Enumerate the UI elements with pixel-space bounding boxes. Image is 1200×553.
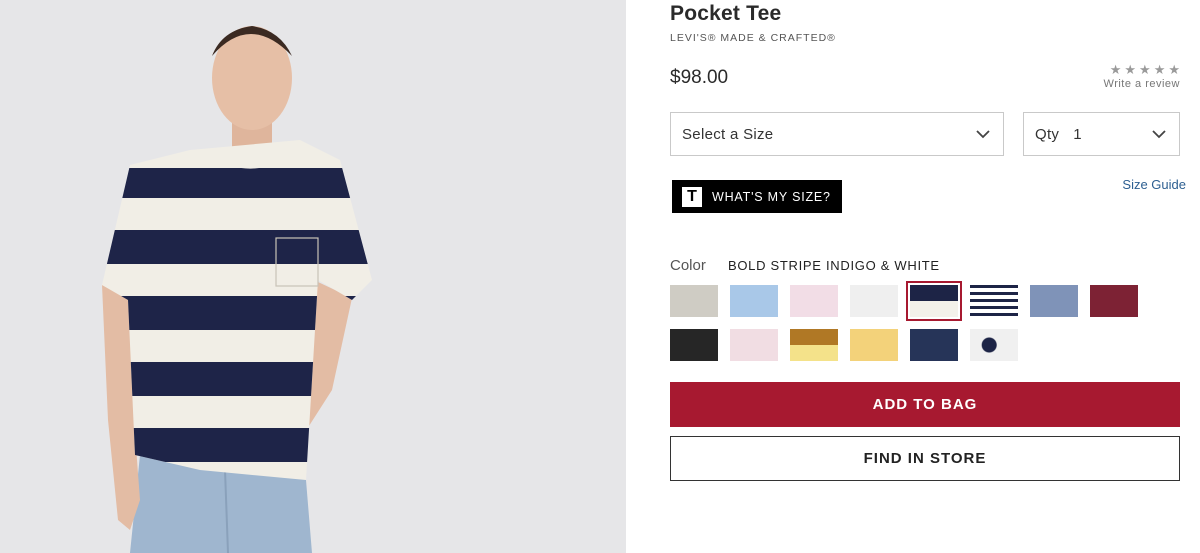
size-select[interactable]: Select a Size [670,112,1004,156]
star-icon: ★ [1168,62,1180,77]
star-rating: ★ ★ ★ ★ ★ [1104,63,1180,76]
product-price: $98.00 [670,67,729,88]
color-swatch-black[interactable] [670,329,718,361]
color-swatch-oatmeal-heather[interactable] [670,285,718,317]
product-title: Pocket Tee [670,2,782,25]
star-icon: ★ [1153,62,1166,77]
color-label: Color [670,257,706,274]
chevron-down-icon [976,130,990,139]
selected-color-name: BOLD STRIPE INDIGO & WHITE [728,258,940,273]
size-select-label: Select a Size [682,125,774,143]
star-icon: ★ [1139,62,1151,77]
rating: ★ ★ ★ ★ ★ Write a review [1104,63,1180,90]
add-to-bag-button[interactable]: ADD TO BAG [670,382,1180,427]
quantity-select[interactable]: Qty 1 [1023,112,1180,156]
color-swatch-sunrise-graphic[interactable] [970,329,1018,361]
model-illustration [102,26,372,553]
product-image[interactable] [0,0,626,553]
color-swatch-pink-tie-dye[interactable] [790,285,838,317]
qty-label: Qty [1035,125,1060,143]
size-guide-link[interactable]: Size Guide [1122,177,1186,192]
color-swatch-yellow[interactable] [850,329,898,361]
find-in-store-button[interactable]: FIND IN STORE [670,436,1180,481]
color-swatch-navy[interactable] [910,329,958,361]
color-swatch-thin-stripe-navy-white[interactable] [970,285,1018,317]
whats-my-size-label: WHAT'S MY SIZE? [712,189,831,204]
color-swatch-burgundy[interactable] [1090,285,1138,317]
true-fit-logo-icon: T [682,186,702,207]
whats-my-size-button[interactable]: T WHAT'S MY SIZE? [672,180,842,213]
chevron-down-icon [1152,130,1166,139]
product-info: Pocket Tee LEVI'S® MADE & CRAFTED® $98.0… [670,0,1186,553]
color-swatch-light-pink[interactable] [730,329,778,361]
color-swatch-heather-blue[interactable] [1030,285,1078,317]
color-swatch-white[interactable] [850,285,898,317]
write-review-link[interactable]: Write a review [1104,78,1180,90]
star-icon: ★ [1109,62,1122,77]
product-brand: LEVI'S® MADE & CRAFTED® [670,32,836,44]
color-swatch-mustard-yellow-colorblock[interactable] [790,329,838,361]
color-swatch-light-blue[interactable] [730,285,778,317]
star-icon: ★ [1124,62,1137,77]
qty-value: 1 [1073,125,1082,143]
color-swatch-bold-stripe-indigo-white[interactable] [906,281,962,321]
